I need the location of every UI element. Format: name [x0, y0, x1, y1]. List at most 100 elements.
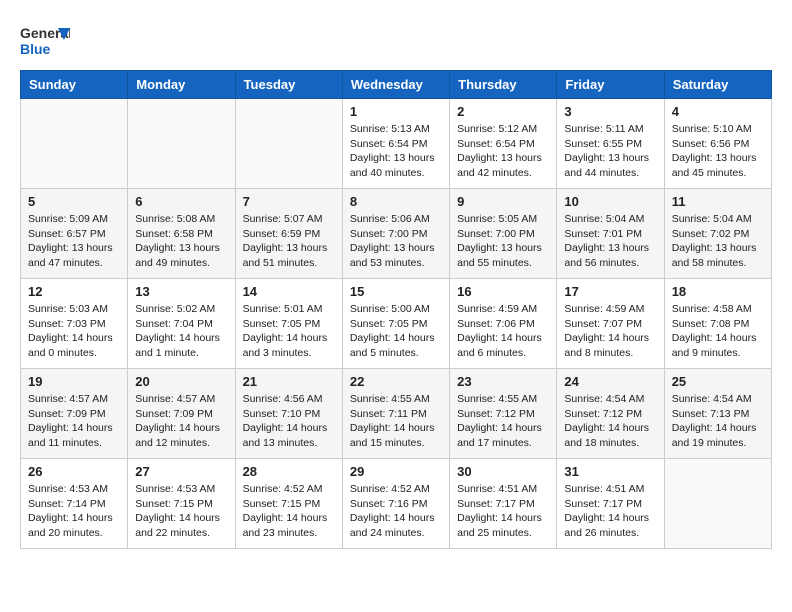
day-info: Sunrise: 5:09 AM Sunset: 6:57 PM Dayligh… — [28, 212, 120, 271]
day-number: 6 — [135, 194, 227, 209]
calendar-day-cell: 25Sunrise: 4:54 AM Sunset: 7:13 PM Dayli… — [664, 369, 771, 459]
day-info: Sunrise: 5:02 AM Sunset: 7:04 PM Dayligh… — [135, 302, 227, 361]
day-number: 26 — [28, 464, 120, 479]
day-number: 18 — [672, 284, 764, 299]
day-info: Sunrise: 5:13 AM Sunset: 6:54 PM Dayligh… — [350, 122, 442, 181]
calendar-day-cell — [664, 459, 771, 549]
day-number: 27 — [135, 464, 227, 479]
day-number: 29 — [350, 464, 442, 479]
day-info: Sunrise: 5:08 AM Sunset: 6:58 PM Dayligh… — [135, 212, 227, 271]
day-info: Sunrise: 5:00 AM Sunset: 7:05 PM Dayligh… — [350, 302, 442, 361]
day-info: Sunrise: 4:59 AM Sunset: 7:06 PM Dayligh… — [457, 302, 549, 361]
calendar-day-cell: 14 Sunrise: 5:01 AM Sunset: 7:05 PM Dayli… — [235, 279, 342, 369]
calendar-day-cell — [128, 99, 235, 189]
day-number: 13 — [135, 284, 227, 299]
day-number: 28 — [243, 464, 335, 479]
day-number: 2 — [457, 104, 549, 119]
day-number: 4 — [672, 104, 764, 119]
day-info: Sunrise: 5:06 AM Sunset: 7:00 PM Dayligh… — [350, 212, 442, 271]
page-header: General Blue — [20, 20, 772, 60]
calendar-day-cell: 8Sunrise: 5:06 AM Sunset: 7:00 PM Daylig… — [342, 189, 449, 279]
day-info: Sunrise: 4:54 AM Sunset: 7:12 PM Dayligh… — [564, 392, 656, 451]
day-info: Sunrise: 4:52 AM Sunset: 7:16 PM Dayligh… — [350, 482, 442, 541]
calendar-week-row: 5 Sunrise: 5:09 AM Sunset: 6:57 PM Daylig… — [21, 189, 772, 279]
day-number: 16 — [457, 284, 549, 299]
calendar-day-cell: 17 Sunrise: 4:59 AM Sunset: 7:07 PM Dayli… — [557, 279, 664, 369]
day-info: Sunrise: 4:58 AM Sunset: 7:08 PM Dayligh… — [672, 302, 764, 361]
calendar-day-cell: 4Sunrise: 5:10 AM Sunset: 6:56 PM Daylig… — [664, 99, 771, 189]
day-info: Sunrise: 4:53 AM Sunset: 7:15 PM Dayligh… — [135, 482, 227, 541]
logo: General Blue — [20, 20, 70, 60]
calendar-day-cell: 11 Sunrise: 5:04 AM Sunset: 7:02 PM Dayli… — [664, 189, 771, 279]
day-number: 5 — [28, 194, 120, 209]
calendar-table: SundayMondayTuesdayWednesdayThursdayFrid… — [20, 70, 772, 549]
day-of-week-header: Friday — [557, 71, 664, 99]
day-number: 25 — [672, 374, 764, 389]
day-number: 1 — [350, 104, 442, 119]
calendar-day-cell: 3 Sunrise: 5:11 AM Sunset: 6:55 PM Daylig… — [557, 99, 664, 189]
calendar-day-cell: 10 Sunrise: 5:04 AM Sunset: 7:01 PM Dayli… — [557, 189, 664, 279]
day-info: Sunrise: 4:59 AM Sunset: 7:07 PM Dayligh… — [564, 302, 656, 361]
day-number: 19 — [28, 374, 120, 389]
day-info: Sunrise: 5:12 AM Sunset: 6:54 PM Dayligh… — [457, 122, 549, 181]
day-info: Sunrise: 5:05 AM Sunset: 7:00 PM Dayligh… — [457, 212, 549, 271]
day-info: Sunrise: 5:07 AM Sunset: 6:59 PM Dayligh… — [243, 212, 335, 271]
day-info: Sunrise: 4:51 AM Sunset: 7:17 PM Dayligh… — [457, 482, 549, 541]
day-number: 30 — [457, 464, 549, 479]
calendar-day-cell: 18 Sunrise: 4:58 AM Sunset: 7:08 PM Dayli… — [664, 279, 771, 369]
day-info: Sunrise: 4:51 AM Sunset: 7:17 PM Dayligh… — [564, 482, 656, 541]
day-number: 22 — [350, 374, 442, 389]
calendar-day-cell: 15Sunrise: 5:00 AM Sunset: 7:05 PM Dayli… — [342, 279, 449, 369]
day-of-week-header: Saturday — [664, 71, 771, 99]
calendar-week-row: 1 Sunrise: 5:13 AM Sunset: 6:54 PM Daylig… — [21, 99, 772, 189]
svg-text:Blue: Blue — [20, 41, 51, 57]
day-of-week-header: Wednesday — [342, 71, 449, 99]
calendar-day-cell: 28 Sunrise: 4:52 AM Sunset: 7:15 PM Dayli… — [235, 459, 342, 549]
calendar-day-cell: 16 Sunrise: 4:59 AM Sunset: 7:06 PM Dayli… — [450, 279, 557, 369]
calendar-day-cell: 9 Sunrise: 5:05 AM Sunset: 7:00 PM Daylig… — [450, 189, 557, 279]
day-number: 17 — [564, 284, 656, 299]
day-info: Sunrise: 4:56 AM Sunset: 7:10 PM Dayligh… — [243, 392, 335, 451]
calendar-week-row: 26 Sunrise: 4:53 AM Sunset: 7:14 PM Dayli… — [21, 459, 772, 549]
day-number: 14 — [243, 284, 335, 299]
day-number: 3 — [564, 104, 656, 119]
calendar-day-cell: 13 Sunrise: 5:02 AM Sunset: 7:04 PM Dayli… — [128, 279, 235, 369]
calendar-week-row: 19 Sunrise: 4:57 AM Sunset: 7:09 PM Dayli… — [21, 369, 772, 459]
day-number: 10 — [564, 194, 656, 209]
calendar-day-cell: 2 Sunrise: 5:12 AM Sunset: 6:54 PM Daylig… — [450, 99, 557, 189]
day-info: Sunrise: 4:53 AM Sunset: 7:14 PM Dayligh… — [28, 482, 120, 541]
calendar-week-row: 12Sunrise: 5:03 AM Sunset: 7:03 PM Dayli… — [21, 279, 772, 369]
calendar-day-cell: 12Sunrise: 5:03 AM Sunset: 7:03 PM Dayli… — [21, 279, 128, 369]
day-info: Sunrise: 4:55 AM Sunset: 7:11 PM Dayligh… — [350, 392, 442, 451]
calendar-header-row: SundayMondayTuesdayWednesdayThursdayFrid… — [21, 71, 772, 99]
calendar-day-cell: 26 Sunrise: 4:53 AM Sunset: 7:14 PM Dayli… — [21, 459, 128, 549]
day-number: 21 — [243, 374, 335, 389]
calendar-day-cell: 21 Sunrise: 4:56 AM Sunset: 7:10 PM Dayli… — [235, 369, 342, 459]
day-info: Sunrise: 4:52 AM Sunset: 7:15 PM Dayligh… — [243, 482, 335, 541]
day-info: Sunrise: 4:57 AM Sunset: 7:09 PM Dayligh… — [28, 392, 120, 451]
calendar-day-cell: 1 Sunrise: 5:13 AM Sunset: 6:54 PM Daylig… — [342, 99, 449, 189]
day-of-week-header: Sunday — [21, 71, 128, 99]
calendar-day-cell: 29 Sunrise: 4:52 AM Sunset: 7:16 PM Dayli… — [342, 459, 449, 549]
day-number: 24 — [564, 374, 656, 389]
day-number: 20 — [135, 374, 227, 389]
logo-icon: General Blue — [20, 20, 70, 60]
day-number: 12 — [28, 284, 120, 299]
calendar-day-cell: 23Sunrise: 4:55 AM Sunset: 7:12 PM Dayli… — [450, 369, 557, 459]
day-info: Sunrise: 4:57 AM Sunset: 7:09 PM Dayligh… — [135, 392, 227, 451]
calendar-day-cell: 6 Sunrise: 5:08 AM Sunset: 6:58 PM Daylig… — [128, 189, 235, 279]
calendar-day-cell: 24 Sunrise: 4:54 AM Sunset: 7:12 PM Dayli… — [557, 369, 664, 459]
day-number: 31 — [564, 464, 656, 479]
day-info: Sunrise: 5:01 AM Sunset: 7:05 PM Dayligh… — [243, 302, 335, 361]
day-of-week-header: Monday — [128, 71, 235, 99]
day-info: Sunrise: 5:04 AM Sunset: 7:02 PM Dayligh… — [672, 212, 764, 271]
calendar-day-cell — [235, 99, 342, 189]
day-info: Sunrise: 5:04 AM Sunset: 7:01 PM Dayligh… — [564, 212, 656, 271]
calendar-day-cell: 20 Sunrise: 4:57 AM Sunset: 7:09 PM Dayli… — [128, 369, 235, 459]
calendar-day-cell: 19 Sunrise: 4:57 AM Sunset: 7:09 PM Dayli… — [21, 369, 128, 459]
day-info: Sunrise: 5:11 AM Sunset: 6:55 PM Dayligh… — [564, 122, 656, 181]
calendar-day-cell: 5 Sunrise: 5:09 AM Sunset: 6:57 PM Daylig… — [21, 189, 128, 279]
day-number: 9 — [457, 194, 549, 209]
day-number: 11 — [672, 194, 764, 209]
day-of-week-header: Thursday — [450, 71, 557, 99]
